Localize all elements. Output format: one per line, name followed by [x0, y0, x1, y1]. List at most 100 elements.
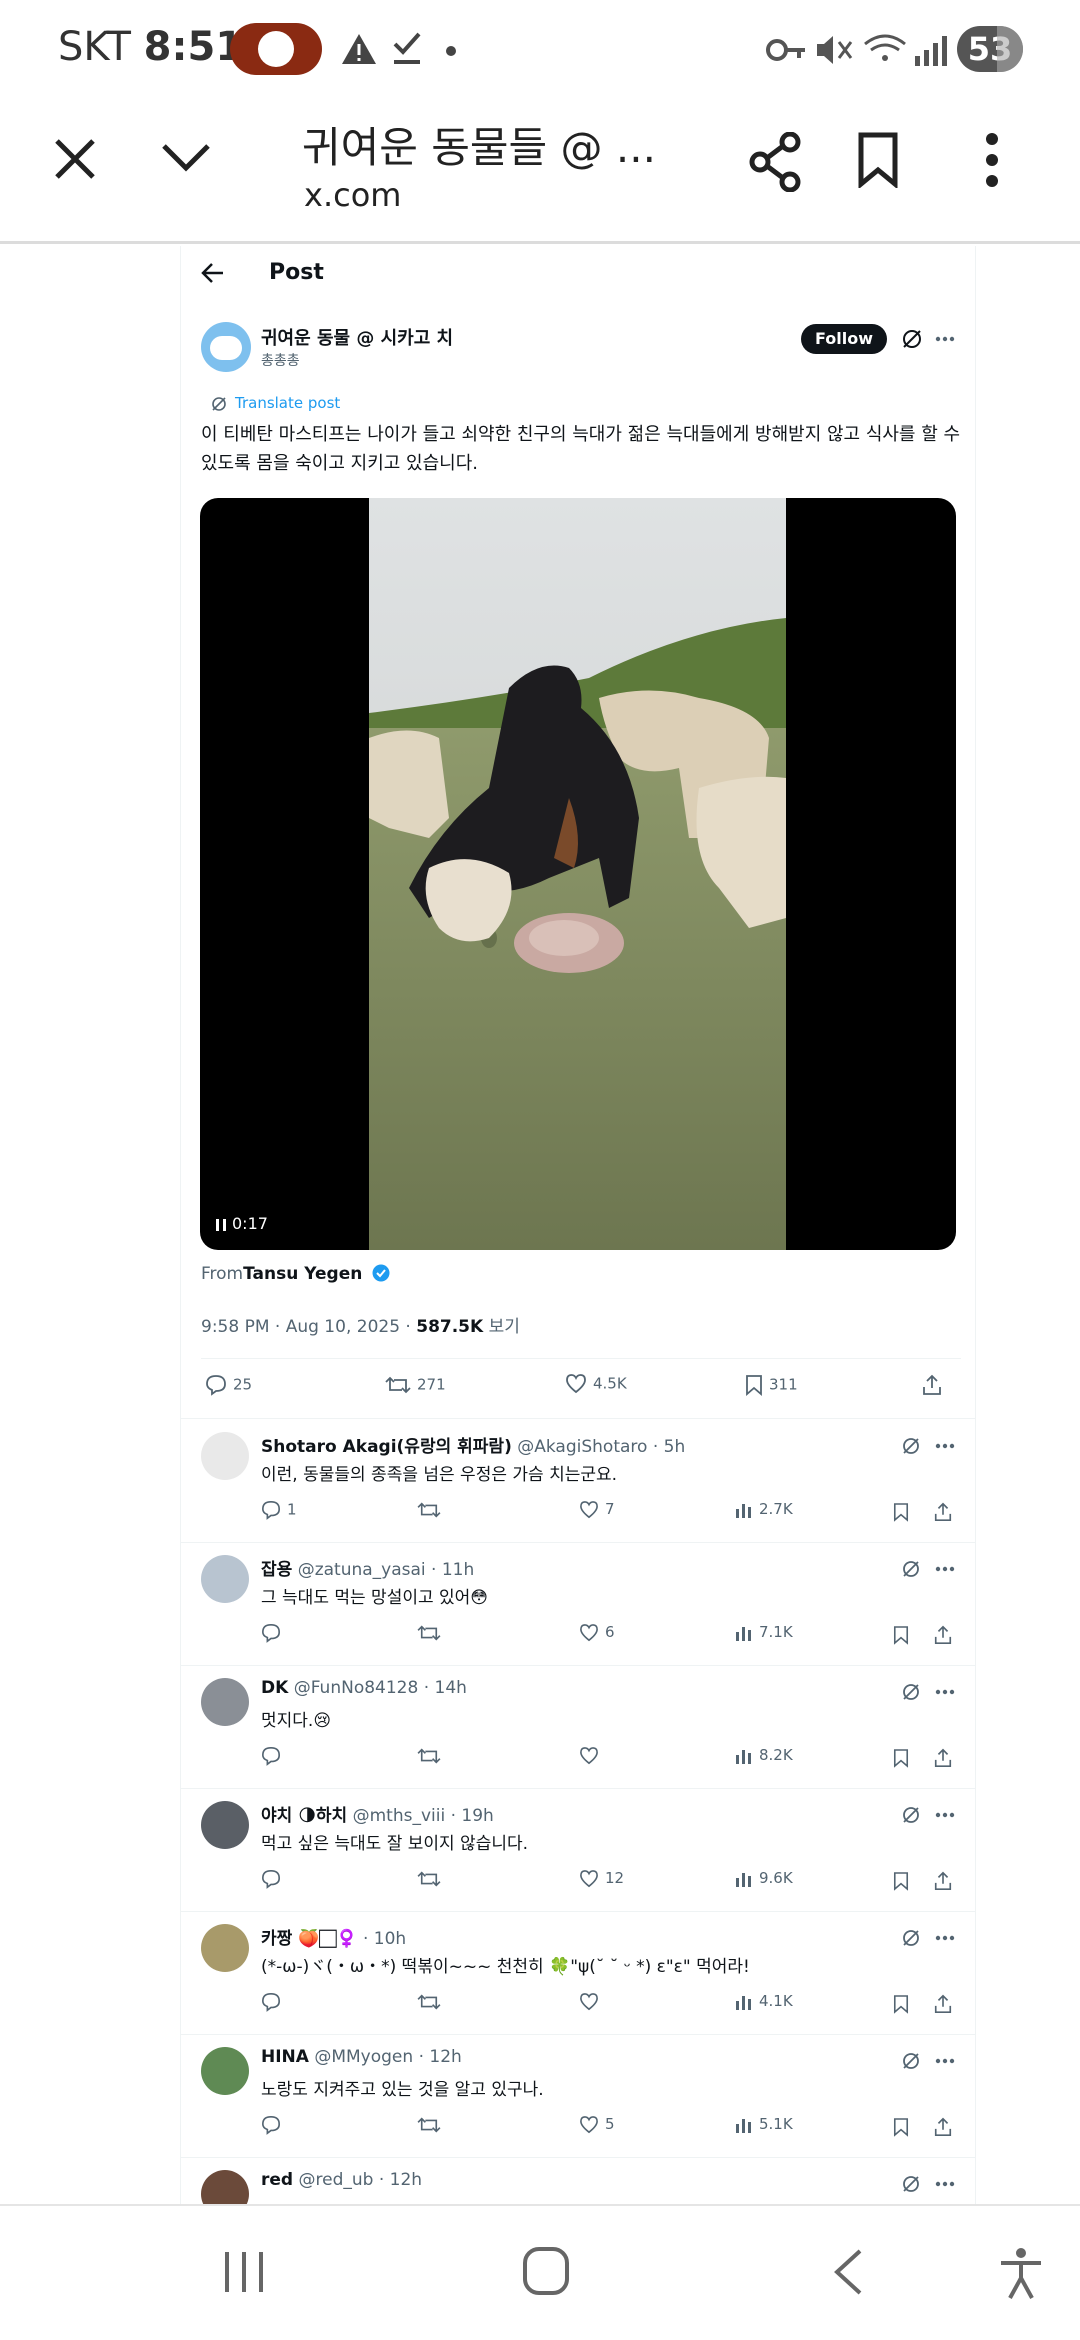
author-handle[interactable]: 총총총 [261, 350, 300, 370]
reply-avatar[interactable] [201, 1555, 249, 1603]
like-button[interactable]: 4.5K [565, 1374, 627, 1394]
more-options-icon[interactable] [935, 1935, 955, 1941]
reply-views-button[interactable]: 8.2K [735, 1746, 793, 1765]
tweet-timestamp[interactable]: 9:58 PM · Aug 10, 2025 · [201, 1317, 416, 1337]
reply-reply-button[interactable] [261, 1992, 287, 2012]
reply-like-button[interactable] [579, 1746, 605, 1765]
back-icon[interactable] [832, 2248, 864, 2296]
reply-avatar[interactable] [201, 1924, 249, 1972]
upload-share-icon[interactable] [933, 1625, 953, 1645]
reply-author-name[interactable]: 잡용 [261, 1560, 292, 1580]
reply-retweet-button[interactable] [417, 1746, 447, 1766]
more-options-icon[interactable] [935, 2181, 955, 2187]
bookmark-outline-icon[interactable] [893, 2117, 909, 2137]
reply-retweet-button[interactable] [417, 2115, 447, 2135]
reply-author-name[interactable]: red [261, 2170, 293, 2190]
reply-retweet-button[interactable] [417, 1992, 447, 2012]
reply-handle-time[interactable]: · 10h [363, 1929, 406, 1949]
bookmark-outline-icon[interactable] [893, 1871, 909, 1891]
reply-avatar[interactable] [201, 2170, 249, 2204]
close-icon[interactable] [52, 136, 98, 182]
grok-icon[interactable] [901, 1805, 921, 1825]
reply-like-button[interactable]: 12 [579, 1869, 624, 1888]
reply-avatar[interactable] [201, 1432, 249, 1480]
reply-like-button[interactable]: 7 [579, 1500, 615, 1519]
reply-author-name[interactable]: DK [261, 1678, 288, 1698]
reply-author-name[interactable]: Shotaro Akagi(유랑의 휘파람) [261, 1437, 512, 1457]
reply-avatar[interactable] [201, 1801, 249, 1849]
recents-icon[interactable] [222, 2250, 266, 2294]
reply-author-name[interactable]: HINA [261, 2047, 309, 2067]
reply-like-button[interactable]: 6 [579, 1623, 615, 1642]
more-options-icon[interactable] [935, 1566, 955, 1572]
retweet-button[interactable]: 271 [385, 1374, 446, 1396]
from-user-link[interactable]: Tansu Yegen [243, 1264, 362, 1284]
grok-icon[interactable] [901, 1928, 921, 1948]
grok-icon[interactable] [901, 2051, 921, 2071]
reply-item[interactable]: 잡용 @zatuna_yasai · 11h 그 늑대도 먹는 망설이고 있어😳 6… [181, 1543, 975, 1666]
bookmark-count-button[interactable]: 311 [745, 1374, 798, 1396]
grok-icon[interactable] [901, 2174, 921, 2194]
bookmark-outline-icon[interactable] [893, 1748, 909, 1768]
reply-author-name[interactable]: 카짱 🍑🏻♀️ [261, 1929, 358, 1949]
pause-icon[interactable] [214, 1217, 228, 1233]
share-post-button[interactable] [921, 1374, 949, 1396]
reply-reply-button[interactable] [261, 1623, 287, 1643]
chevron-down-icon[interactable] [160, 140, 212, 172]
grok-icon[interactable] [901, 1559, 921, 1579]
reply-item[interactable]: 카짱 🍑🏻♀️ · 10h (*-ω-)ヾ(・ω・*) 떡볶이~~~ 천천히 🍀"… [181, 1912, 975, 2035]
reply-item[interactable]: HINA @MMyogen · 12h 노랑도 지켜주고 있는 것을 알고 있구나… [181, 2035, 975, 2158]
video-player[interactable]: 0:17 [200, 498, 956, 1250]
reply-views-button[interactable]: 2.7K [735, 1500, 793, 1519]
more-options-icon[interactable] [935, 2058, 955, 2064]
reply-handle-time[interactable]: @AkagiShotaro · 5h [517, 1437, 685, 1457]
more-options-icon[interactable] [935, 1689, 955, 1695]
bookmark-outline-icon[interactable] [893, 1994, 909, 2014]
reply-avatar[interactable] [201, 2047, 249, 2095]
reply-reply-button[interactable] [261, 2115, 287, 2135]
reply-like-button[interactable]: 5 [579, 2115, 615, 2134]
reply-retweet-button[interactable] [417, 1869, 447, 1889]
reply-reply-button[interactable]: 1 [261, 1500, 297, 1520]
more-vert-icon[interactable] [985, 132, 999, 188]
reply-item[interactable]: DK @FunNo84128 · 14h 멋지다.😢 8.2K [181, 1666, 975, 1789]
reply-handle-time[interactable]: @mths_viii · 19h [353, 1806, 494, 1826]
reply-views-button[interactable]: 4.1K [735, 1992, 793, 2011]
grok-icon[interactable] [901, 328, 923, 350]
grok-icon[interactable] [901, 1436, 921, 1456]
accessibility-icon[interactable] [998, 2246, 1044, 2300]
reply-item[interactable]: 야치 🌗하치 @mths_viii · 19h 먹고 싶은 늑대도 잘 보이지 않… [181, 1789, 975, 1912]
more-options-icon[interactable] [935, 336, 955, 342]
reply-handle-time[interactable]: @FunNo84128 · 14h [294, 1678, 467, 1698]
upload-share-icon[interactable] [933, 1502, 953, 1522]
reply-views-button[interactable]: 7.1K [735, 1623, 793, 1642]
upload-share-icon[interactable] [933, 1748, 953, 1768]
reply-reply-button[interactable] [261, 1746, 287, 1766]
reply-retweet-button[interactable] [417, 1500, 447, 1520]
reply-retweet-button[interactable] [417, 1623, 447, 1643]
home-icon[interactable] [522, 2246, 570, 2296]
reply-button[interactable]: 25 [205, 1374, 252, 1396]
bookmark-icon[interactable] [856, 132, 900, 188]
more-options-icon[interactable] [935, 1812, 955, 1818]
follow-button[interactable]: Follow [801, 324, 887, 354]
translate-post-link[interactable]: Translate post [211, 394, 340, 412]
upload-share-icon[interactable] [933, 1871, 953, 1891]
reply-views-button[interactable]: 9.6K [735, 1869, 793, 1888]
reply-views-button[interactable]: 5.1K [735, 2115, 793, 2134]
reply-handle-time[interactable]: @zatuna_yasai · 11h [298, 1560, 475, 1580]
reply-item[interactable]: Shotaro Akagi(유랑의 휘파람) @AkagiShotaro · 5… [181, 1420, 975, 1543]
more-options-icon[interactable] [935, 1443, 955, 1449]
grok-icon[interactable] [901, 1682, 921, 1702]
author-avatar[interactable] [201, 322, 251, 372]
reply-item[interactable]: red @red_ub · 12h [181, 2158, 975, 2204]
upload-share-icon[interactable] [933, 1994, 953, 2014]
reply-author-name[interactable]: 야치 🌗하치 [261, 1806, 347, 1826]
author-name[interactable]: 귀여운 동물 @ 시카고 치 [261, 324, 453, 350]
reply-handle-time[interactable]: @MMyogen · 12h [314, 2047, 461, 2067]
bookmark-outline-icon[interactable] [893, 1502, 909, 1522]
share-icon[interactable] [748, 132, 804, 192]
upload-share-icon[interactable] [933, 2117, 953, 2137]
bookmark-outline-icon[interactable] [893, 1625, 909, 1645]
reply-like-button[interactable] [579, 1992, 605, 2011]
